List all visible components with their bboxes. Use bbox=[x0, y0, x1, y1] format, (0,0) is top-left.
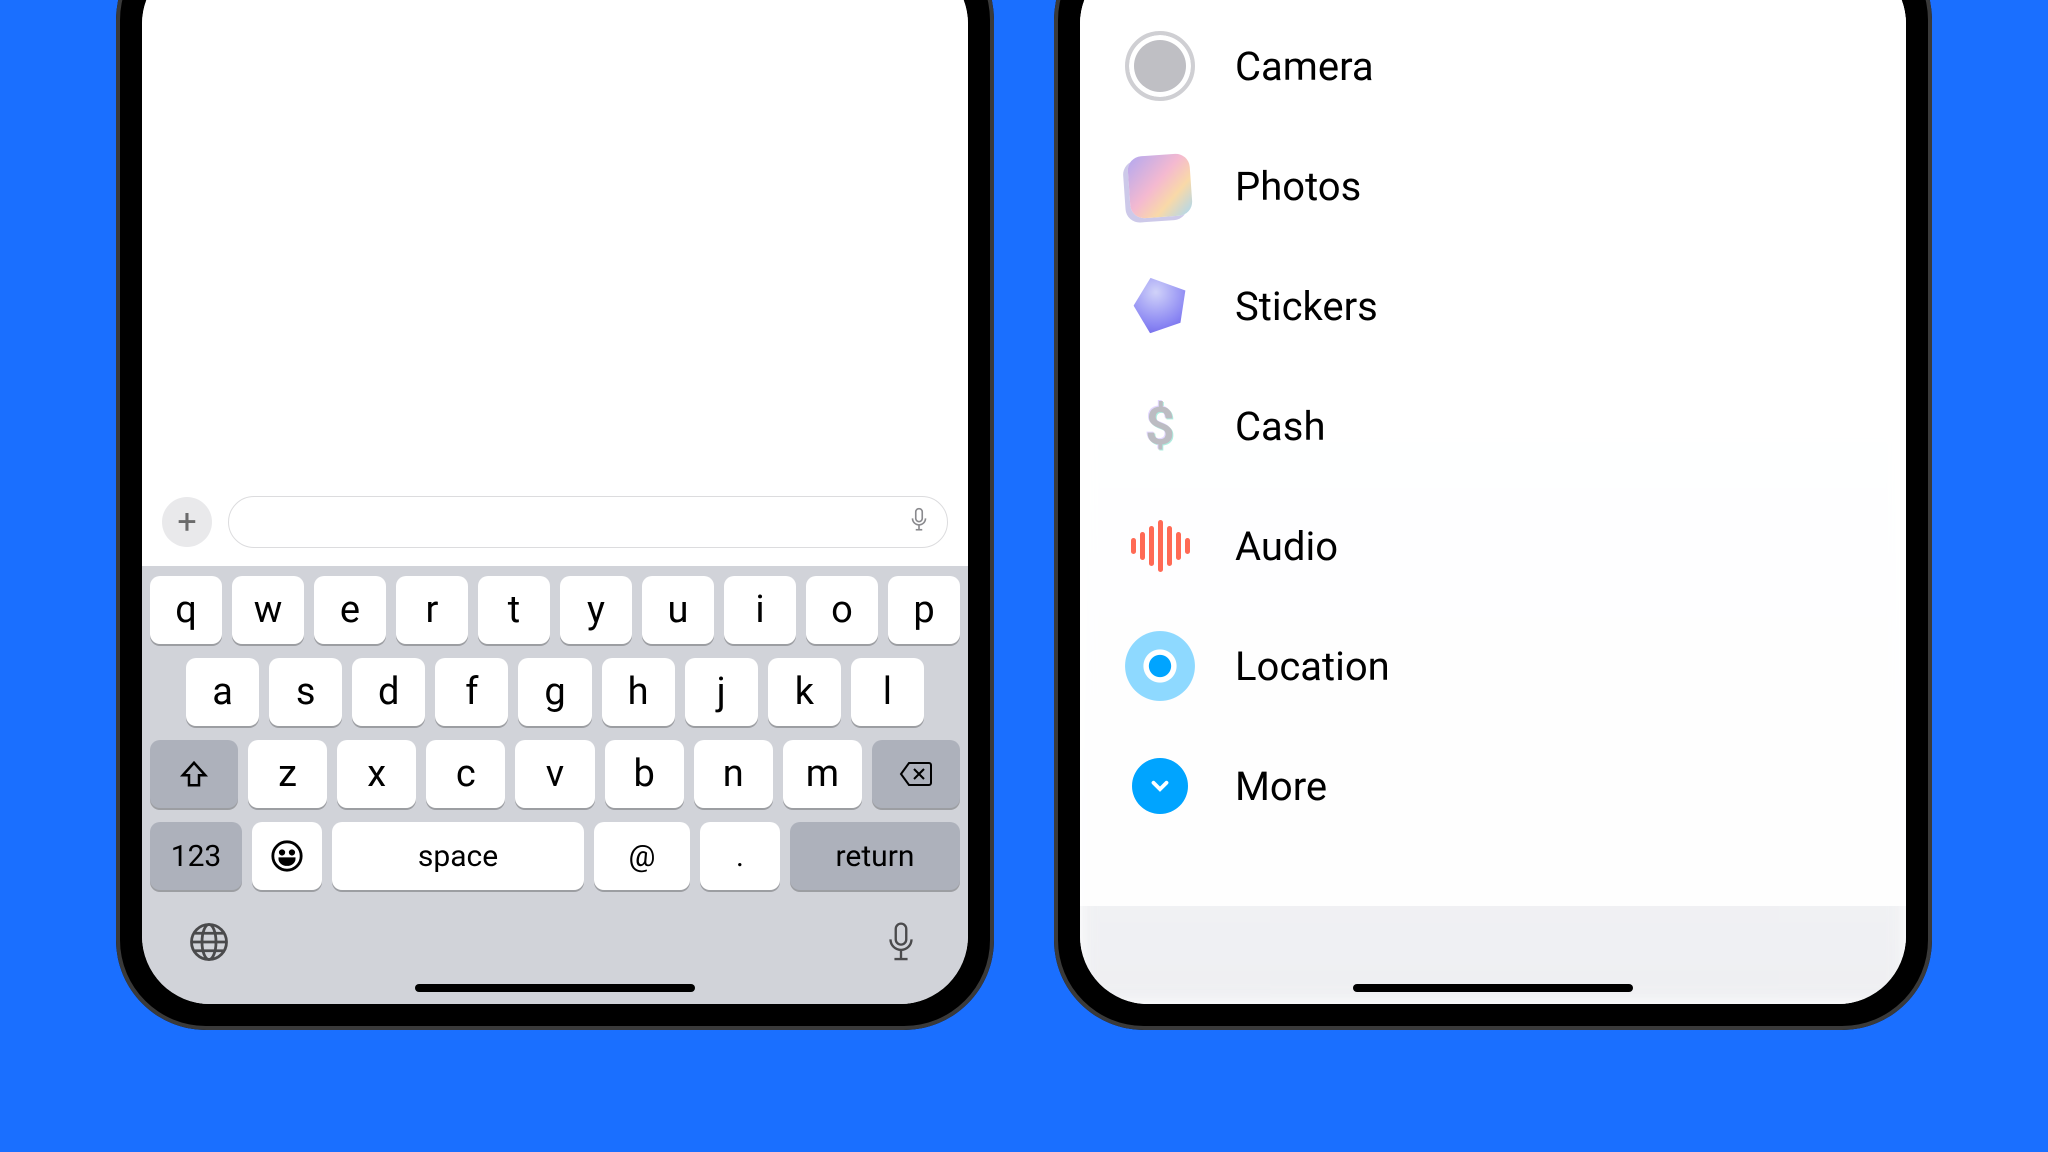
key-t[interactable]: t bbox=[478, 576, 550, 644]
key-a[interactable]: a bbox=[186, 658, 259, 726]
phone-left: + q w e r t y u bbox=[116, 0, 994, 1030]
more-icon bbox=[1125, 751, 1195, 821]
menu-item-audio[interactable]: Audio bbox=[1125, 486, 1906, 606]
key-x[interactable]: x bbox=[337, 740, 416, 808]
key-q[interactable]: q bbox=[150, 576, 222, 644]
menu-item-location[interactable]: Location bbox=[1125, 606, 1906, 726]
menu-item-stickers[interactable]: Stickers bbox=[1125, 246, 1906, 366]
menu-label: Stickers bbox=[1235, 283, 1378, 330]
home-indicator[interactable] bbox=[415, 984, 695, 992]
key-c[interactable]: c bbox=[426, 740, 505, 808]
key-n[interactable]: n bbox=[694, 740, 773, 808]
attachment-menu: Camera Photos Stickers $ Cash bbox=[1080, 0, 1906, 906]
phone-right: Camera Photos Stickers $ Cash bbox=[1054, 0, 1932, 1030]
key-space[interactable]: space bbox=[332, 822, 584, 890]
audio-icon bbox=[1125, 511, 1195, 581]
key-123[interactable]: 123 bbox=[150, 822, 242, 890]
key-return[interactable]: return bbox=[790, 822, 960, 890]
key-z[interactable]: z bbox=[248, 740, 327, 808]
keyboard-row-2: a s d f g h j k l bbox=[150, 658, 960, 726]
menu-item-camera[interactable]: Camera bbox=[1125, 6, 1906, 126]
key-dot[interactable]: . bbox=[700, 822, 780, 890]
message-input[interactable] bbox=[228, 496, 948, 548]
menu-label: Location bbox=[1235, 643, 1390, 690]
camera-icon bbox=[1125, 31, 1195, 101]
menu-item-photos[interactable]: Photos bbox=[1125, 126, 1906, 246]
mic-icon[interactable] bbox=[880, 921, 922, 967]
menu-item-cash[interactable]: $ Cash bbox=[1125, 366, 1906, 486]
keyboard-row-1: q w e r t y u i o p bbox=[150, 576, 960, 644]
menu-label: Audio bbox=[1235, 523, 1338, 570]
key-o[interactable]: o bbox=[806, 576, 878, 644]
dictate-icon[interactable] bbox=[909, 507, 929, 537]
key-r[interactable]: r bbox=[396, 576, 468, 644]
key-s[interactable]: s bbox=[269, 658, 342, 726]
key-y[interactable]: y bbox=[560, 576, 632, 644]
chat-area bbox=[142, 0, 968, 482]
key-shift[interactable] bbox=[150, 740, 238, 808]
keyboard-row-4: 123 space @ . return bbox=[150, 822, 960, 890]
key-f[interactable]: f bbox=[435, 658, 508, 726]
globe-icon[interactable] bbox=[188, 921, 230, 967]
photos-icon bbox=[1125, 151, 1195, 221]
menu-item-more[interactable]: More bbox=[1125, 726, 1906, 846]
key-g[interactable]: g bbox=[518, 658, 591, 726]
key-k[interactable]: k bbox=[768, 658, 841, 726]
menu-label: More bbox=[1235, 763, 1327, 810]
keyboard: q w e r t y u i o p a s d f g h j k l bbox=[142, 566, 968, 1004]
key-backspace[interactable] bbox=[872, 740, 960, 808]
key-p[interactable]: p bbox=[888, 576, 960, 644]
key-l[interactable]: l bbox=[851, 658, 924, 726]
key-emoji[interactable] bbox=[252, 822, 322, 890]
key-v[interactable]: v bbox=[515, 740, 594, 808]
menu-label: Camera bbox=[1235, 43, 1374, 90]
message-input-bar: + bbox=[142, 482, 968, 566]
key-u[interactable]: u bbox=[642, 576, 714, 644]
location-icon bbox=[1125, 631, 1195, 701]
key-e[interactable]: e bbox=[314, 576, 386, 644]
cash-icon: $ bbox=[1125, 391, 1195, 461]
stickers-icon bbox=[1125, 271, 1195, 341]
keyboard-row-3: z x c v b n m bbox=[150, 740, 960, 808]
menu-label: Photos bbox=[1235, 163, 1361, 210]
key-w[interactable]: w bbox=[232, 576, 304, 644]
key-d[interactable]: d bbox=[352, 658, 425, 726]
attach-plus-button[interactable]: + bbox=[162, 497, 212, 547]
key-m[interactable]: m bbox=[783, 740, 862, 808]
key-at[interactable]: @ bbox=[594, 822, 690, 890]
key-j[interactable]: j bbox=[685, 658, 758, 726]
key-h[interactable]: h bbox=[602, 658, 675, 726]
menu-label: Cash bbox=[1235, 403, 1325, 450]
key-i[interactable]: i bbox=[724, 576, 796, 644]
key-b[interactable]: b bbox=[605, 740, 684, 808]
home-indicator[interactable] bbox=[1353, 984, 1633, 992]
